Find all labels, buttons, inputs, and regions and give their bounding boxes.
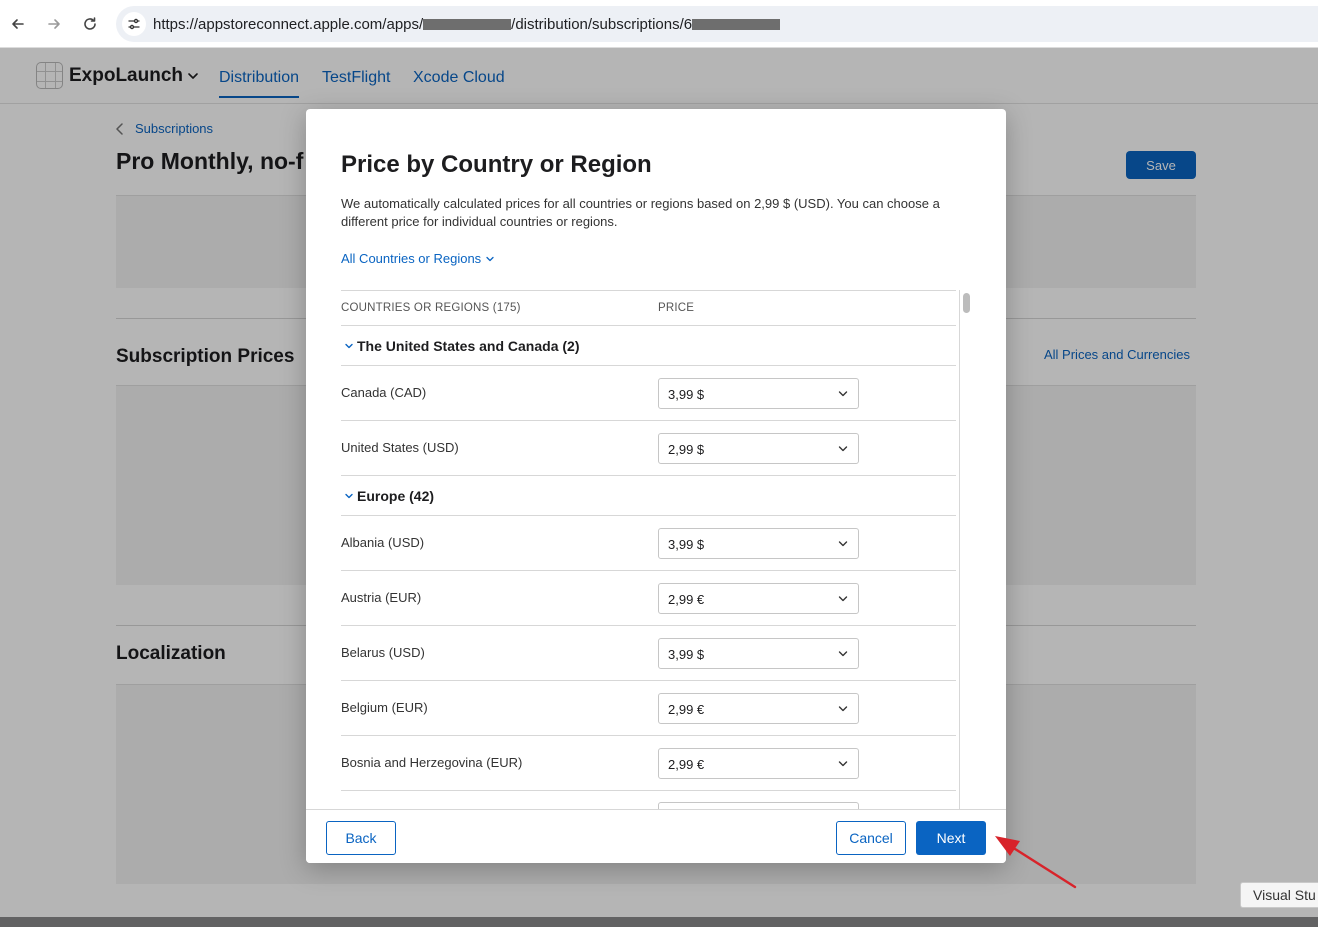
- country-name: Canada (CAD): [341, 385, 427, 400]
- chevron-down-icon: [341, 341, 357, 351]
- price-value: 3,99 $: [668, 537, 705, 552]
- chevron-down-icon: [838, 706, 848, 712]
- price-select[interactable]: 3,99 $: [658, 528, 859, 559]
- redacted-app-id: [423, 19, 512, 30]
- reload-icon[interactable]: [78, 12, 102, 36]
- group-label: Europe (42): [357, 487, 435, 504]
- dialog-description: We automatically calculated prices for a…: [341, 196, 940, 229]
- forward-arrow-icon[interactable]: [42, 12, 66, 36]
- table-row: Belgium (EUR) 2,99 €: [341, 681, 956, 736]
- annotation-arrow-icon: [995, 836, 1077, 889]
- country-name: Belgium (EUR): [341, 700, 428, 715]
- group-row-us-canada[interactable]: The United States and Canada (2): [341, 326, 956, 366]
- table-row: Belarus (USD) 3,99 $: [341, 626, 956, 681]
- table-scrollbar[interactable]: [959, 290, 971, 810]
- price-value: 3,99 $: [668, 387, 705, 402]
- country-name: Austria (EUR): [341, 590, 422, 605]
- url-middle: /distribution/subscriptions/6: [511, 16, 693, 33]
- table-row: Canada (CAD) 3,99 $: [341, 366, 956, 421]
- column-header-price: PRICE: [658, 302, 695, 314]
- redacted-subscription-id: [692, 19, 781, 30]
- taskbar-tooltip: Visual Stu: [1240, 882, 1318, 908]
- chevron-down-icon: [838, 596, 848, 602]
- chevron-down-icon: [838, 446, 848, 452]
- table-row: Albania (USD) 3,99 $: [341, 516, 956, 571]
- url-prefix: https://appstoreconnect.apple.com/apps/: [153, 16, 424, 33]
- column-header-country: COUNTRIES OR REGIONS (175): [341, 302, 521, 314]
- chevron-down-icon: [838, 541, 848, 547]
- dialog-footer: Back Cancel Next: [306, 809, 1006, 863]
- price-select[interactable]: 2,99 €: [658, 748, 859, 779]
- price-value: 2,99 €: [668, 757, 705, 772]
- table-row: Bosnia and Herzegovina (EUR) 2,99 €: [341, 736, 956, 791]
- price-select[interactable]: 2,99 €: [658, 693, 859, 724]
- country-name: Bosnia and Herzegovina (EUR): [341, 755, 523, 770]
- chevron-down-icon: [838, 651, 848, 657]
- site-info-icon[interactable]: [122, 12, 146, 36]
- table-header: COUNTRIES OR REGIONS (175) PRICE: [341, 291, 956, 326]
- price-select[interactable]: 2,99 €: [658, 583, 859, 614]
- chevron-down-icon: [341, 491, 357, 501]
- back-arrow-icon[interactable]: [6, 12, 30, 36]
- price-value: 2,99 €: [668, 702, 705, 717]
- scrollbar-thumb[interactable]: [963, 293, 970, 313]
- group-label: The United States and Canada (2): [357, 337, 580, 354]
- dialog-title: Price by Country or Region: [341, 151, 652, 178]
- country-name: Belarus (USD): [341, 645, 425, 660]
- region-filter-label: All Countries or Regions: [341, 251, 482, 266]
- price-table: COUNTRIES OR REGIONS (175) PRICE The Uni…: [341, 290, 956, 810]
- price-select[interactable]: 3,99 $: [658, 378, 859, 409]
- price-value: 2,99 $: [668, 442, 705, 457]
- table-row: Austria (EUR) 2,99 €: [341, 571, 956, 626]
- cancel-button[interactable]: Cancel: [836, 821, 906, 855]
- chevron-down-icon: [838, 391, 848, 397]
- chevron-down-icon: [838, 761, 848, 767]
- price-select[interactable]: 3,99 $: [658, 638, 859, 669]
- region-filter-dropdown[interactable]: All Countries or Regions: [341, 251, 495, 266]
- dock-strip: [0, 917, 1318, 927]
- price-by-country-dialog: Price by Country or Region We automatica…: [306, 109, 1006, 863]
- url-text: https://appstoreconnect.apple.com/apps/ …: [153, 16, 781, 33]
- browser-toolbar: https://appstoreconnect.apple.com/apps/ …: [0, 0, 1318, 48]
- price-value: 3,99 $: [668, 647, 705, 662]
- chevron-down-icon: [486, 256, 494, 261]
- price-select[interactable]: 2,99 $: [658, 433, 859, 464]
- back-button[interactable]: Back: [326, 821, 396, 855]
- table-row: United States (USD) 2,99 $: [341, 421, 956, 476]
- price-value: 2,99 €: [668, 592, 705, 607]
- group-row-europe[interactable]: Europe (42): [341, 476, 956, 516]
- address-bar[interactable]: https://appstoreconnect.apple.com/apps/ …: [116, 6, 1318, 42]
- country-name: United States (USD): [341, 440, 459, 455]
- next-button[interactable]: Next: [916, 821, 986, 855]
- country-name: Albania (USD): [341, 535, 425, 550]
